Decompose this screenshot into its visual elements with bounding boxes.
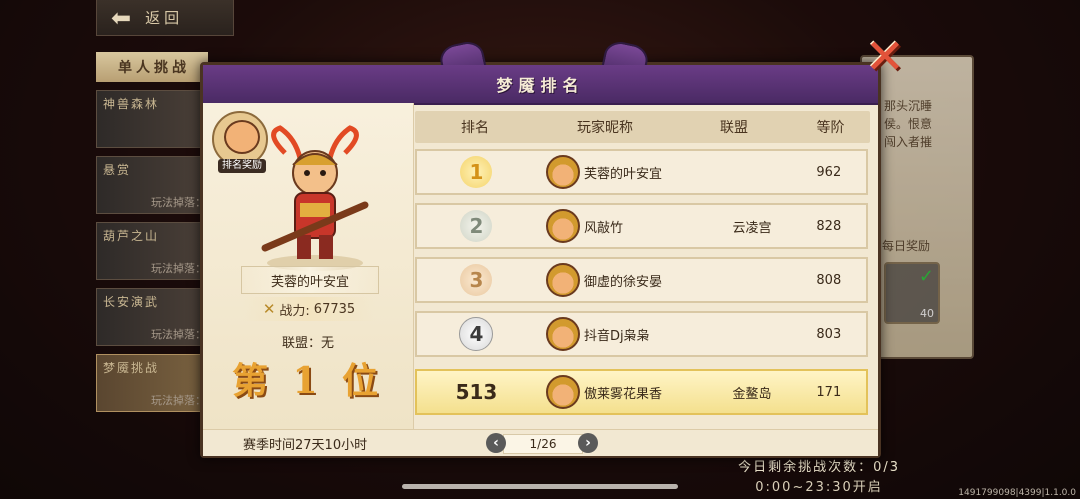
ranking-row[interactable]: 4 抖音Dj枭枭 803 <box>415 311 868 357</box>
sidebar-item-label: 长安演武 <box>103 295 160 309</box>
version-label: 1491799098|4399|1.1.0.0 <box>958 488 1076 498</box>
description-line: 闯入者摧 <box>884 135 933 149</box>
close-icon: ✕ <box>864 29 906 85</box>
sidebar-item-drop: 玩法掉落： <box>151 262 206 275</box>
ranking-modal: 梦魇排名 排名奖励 芙蓉的叶安宜 ✕ 战力: 67735 联盟：无 第 1 位 … <box>200 38 881 458</box>
ranking-table-header: 排名 玩家昵称 联盟 等阶 <box>415 111 870 143</box>
player-alliance-cell: 云凌宫 <box>732 220 772 236</box>
player-level: 962 <box>816 164 842 180</box>
sidebar-item-label: 悬赏 <box>103 163 132 177</box>
sidebar-item-label: 葫芦之山 <box>103 229 160 243</box>
check-icon: ✓ <box>918 266 934 287</box>
remaining-challenges: 今日剩余挑战次数：0/3 <box>738 460 900 475</box>
daily-reward-title: 每日奖励 <box>882 239 931 253</box>
mode-sidebar: 单人挑战 神兽森林 悬赏 玩法掉落： 葫芦之山 玩法掉落： 长安演武 玩法掉落：… <box>96 52 208 432</box>
sidebar-item-label: 神兽森林 <box>103 97 160 111</box>
player-alliance-cell: 金鳌岛 <box>732 386 772 402</box>
back-arrow-icon: ⬅ <box>111 3 136 32</box>
challenge-status: 今日剩余挑战次数：0/3 0:00~23:30开启 <box>738 458 900 498</box>
combat-power-label: 战力: <box>279 303 310 319</box>
modal-footer: 赛季时间27天10小时 1/26 ‹ › <box>203 429 878 456</box>
player-name: 芙蓉的叶安宜 <box>241 266 379 294</box>
rank-medal: 2 <box>460 210 493 242</box>
avatar <box>545 375 580 409</box>
ranking-row[interactable]: 1 芙蓉的叶安宜 962 <box>415 149 868 195</box>
avatar <box>545 155 580 189</box>
combat-power-value: 67735 <box>313 301 356 317</box>
player-nickname: 芙蓉的叶安宜 <box>583 166 662 182</box>
description-line: 侯。恨意 <box>884 117 933 131</box>
description-line: 那头沉睡 <box>884 99 933 113</box>
chevron-right-icon: › <box>585 435 591 451</box>
sidebar-item-changan[interactable]: 长安演武 玩法掉落： <box>96 288 208 346</box>
player-alliance: 联盟：无 <box>281 336 334 351</box>
reward-count: 40 <box>920 307 934 320</box>
combat-power-icon: ✕ <box>262 300 276 318</box>
back-label: 返回 <box>145 9 184 27</box>
challenge-description: 那头沉睡 侯。恨意 闯入者摧 <box>884 97 932 151</box>
player-level: 828 <box>816 218 842 234</box>
ranking-row[interactable]: 2 风敲竹 云凌宫 828 <box>415 203 868 249</box>
reward-item[interactable]: ✓ 40 <box>884 262 940 324</box>
open-hours: 0:00~23:30开启 <box>755 480 883 495</box>
avatar <box>545 209 580 243</box>
player-summary: 排名奖励 芙蓉的叶安宜 ✕ 战力: 67735 联盟：无 第 1 位 <box>203 103 414 429</box>
column-rank: 排名 <box>461 120 489 136</box>
sidebar-item-gourd-mountain[interactable]: 葫芦之山 玩法掉落： <box>96 222 208 280</box>
season-time: 赛季时间27天10小时 <box>243 438 368 453</box>
sidebar-item-label: 梦魇挑战 <box>103 361 160 375</box>
sidebar-item-drop: 玩法掉落： <box>151 328 206 341</box>
player-rank: 第 1 位 <box>231 360 385 402</box>
sidebar-item-forest[interactable]: 神兽森林 <box>96 90 208 148</box>
modal-title: 梦魇排名 <box>496 76 585 95</box>
player-nickname: 傲莱雾花果香 <box>583 386 662 402</box>
chevron-left-icon: ‹ <box>493 435 499 451</box>
rank-medal: 3 <box>460 264 493 296</box>
sidebar-item-nightmare[interactable]: 梦魇挑战 玩法掉落： <box>96 354 208 412</box>
sidebar-item-bounty[interactable]: 悬赏 玩法掉落： <box>96 156 208 214</box>
page-indicator: 1/26 <box>503 434 583 454</box>
player-nickname: 抖音Dj枭枭 <box>583 328 650 344</box>
avatar <box>545 317 580 351</box>
column-alliance: 联盟 <box>720 120 748 136</box>
player-nickname: 御虚的徐安晏 <box>583 274 662 290</box>
player-level: 171 <box>816 384 842 400</box>
ranking-row[interactable]: 3 御虚的徐安晏 808 <box>415 257 868 303</box>
back-button[interactable]: ⬅ 返回 <box>96 0 234 36</box>
rank-medal: 1 <box>460 156 493 188</box>
rank-medal: 4 <box>459 317 494 351</box>
player-level: 808 <box>816 272 842 288</box>
column-player: 玩家昵称 <box>577 120 633 136</box>
my-rank: 513 <box>455 380 498 404</box>
next-page-button[interactable]: › <box>578 433 598 453</box>
column-level: 等阶 <box>816 120 845 136</box>
my-ranking-row[interactable]: 513 傲莱雾花果香 金鳌岛 171 <box>415 369 868 415</box>
sidebar-item-drop: 玩法掉落： <box>151 196 206 209</box>
avatar <box>545 263 580 297</box>
home-indicator[interactable] <box>402 484 678 489</box>
prev-page-button[interactable]: ‹ <box>486 433 506 453</box>
close-button[interactable]: ✕ <box>858 30 912 84</box>
modal-header: 梦魇排名 <box>203 65 878 105</box>
player-level: 803 <box>816 326 842 342</box>
player-nickname: 风敲竹 <box>583 220 623 236</box>
hero-character-icon <box>261 125 369 271</box>
sidebar-item-drop: 玩法掉落： <box>151 394 206 407</box>
combat-power: ✕ 战力: 67735 <box>243 297 375 321</box>
sidebar-header: 单人挑战 <box>96 52 208 82</box>
